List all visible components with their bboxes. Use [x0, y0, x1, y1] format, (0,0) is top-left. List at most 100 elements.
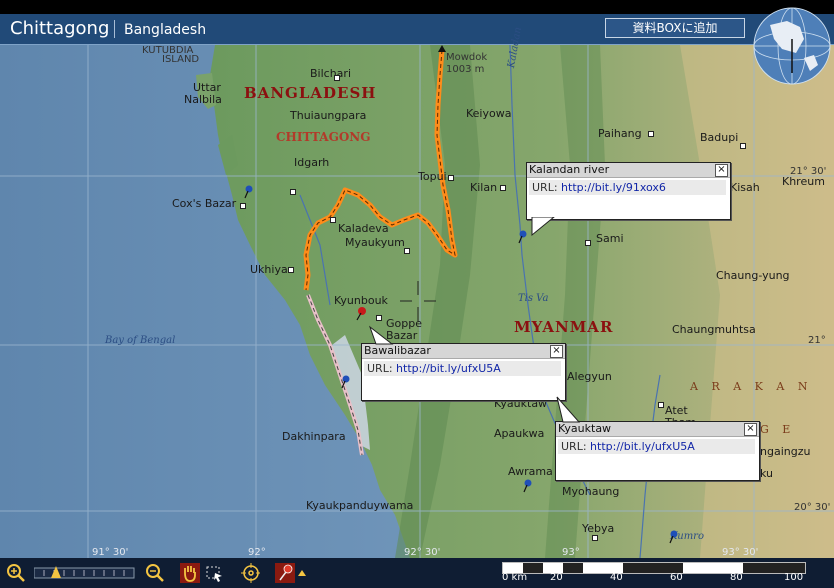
country-label-myanmar: MYANMAR — [514, 318, 614, 336]
place-label: 1003 m — [446, 64, 485, 75]
river-label-tisva: Tis Va — [518, 293, 549, 304]
place-label: Yebya — [582, 522, 615, 535]
url-label: URL: — [561, 440, 587, 453]
place-label: Kilan — [470, 181, 498, 194]
url-label: URL: — [367, 362, 393, 375]
popup-url-link[interactable]: http://bit.ly/ufxU5A — [396, 362, 501, 375]
place-label: Kaladeva — [338, 222, 389, 235]
map-pin-icon[interactable] — [522, 479, 532, 493]
longitude-label: 92° — [248, 547, 266, 558]
info-popup-kyauktaw[interactable]: Kyauktaw × URL: http://bit.ly/ufxU5A — [555, 421, 760, 481]
top-black-strip — [0, 0, 834, 14]
url-label: URL: — [532, 181, 558, 194]
scale-label: 40 — [610, 572, 623, 583]
place-label: Kyaukpanduywama — [306, 499, 414, 512]
popup-pointer — [556, 396, 581, 423]
globe-icon — [753, 7, 831, 85]
map-pin-icon[interactable] — [517, 230, 527, 244]
longitude-label: 93° 30' — [722, 547, 759, 558]
popup-url-link[interactable]: http://bit.ly/ufxU5A — [590, 440, 695, 453]
place-label: Sami — [596, 232, 624, 245]
place-dot — [740, 143, 746, 149]
popup-title: Kyauktaw — [558, 422, 612, 435]
longitude-label: 91° 30' — [92, 547, 129, 558]
popup-pointer — [368, 325, 394, 345]
info-popup-bawalibazar[interactable]: Bawalibazar × URL: http://bit.ly/ufxU5A — [361, 343, 566, 401]
info-popup-kalandan[interactable]: Kalandan river × URL: http://bit.ly/91xox… — [526, 162, 731, 220]
header-bar: Chittagong Bangladesh 資料BOXに追加 — [0, 14, 834, 45]
scale-label: 100 — [784, 572, 804, 583]
pin-tool-icon[interactable] — [275, 563, 295, 583]
scale-label: 20 — [550, 572, 563, 583]
popup-title: Bawalibazar — [364, 344, 431, 357]
title-divider — [114, 20, 115, 38]
zoom-in-icon[interactable] — [6, 563, 26, 583]
place-label: Myohaung — [562, 485, 620, 498]
place-label: ku — [760, 467, 774, 480]
place-label: Chaung-yung — [716, 269, 790, 282]
add-to-box-button[interactable]: 資料BOXに追加 — [605, 18, 745, 38]
place-label: Thuiaungpara — [290, 109, 367, 122]
place-label: Idgarh — [294, 156, 330, 169]
place-label: Nalbila — [184, 93, 222, 106]
map-pin-icon[interactable] — [355, 307, 367, 321]
scale-label: 80 — [730, 572, 743, 583]
place-dot — [334, 75, 340, 81]
map-app: Chittagong Bangladesh 資料BOXに追加 BANGLADES… — [0, 0, 834, 588]
popup-title: Kalandan river — [529, 163, 610, 176]
map-pin-icon[interactable] — [340, 375, 350, 389]
map-canvas[interactable]: BANGLADESH CHITTAGONG MYANMAR A R A K A … — [0, 26, 834, 558]
place-label: Kisah — [730, 181, 760, 194]
place-label: Keiyowa — [466, 107, 512, 120]
place-dot — [448, 175, 454, 181]
place-dot — [288, 267, 294, 273]
close-icon[interactable]: × — [744, 423, 757, 436]
place-dot — [240, 203, 246, 209]
zoom-slider-icon[interactable] — [34, 566, 136, 580]
region-label-chittagong: CHITTAGONG — [276, 130, 371, 144]
select-box-icon[interactable] — [204, 563, 224, 583]
place-dot — [290, 189, 296, 195]
place-label: Myaukyum — [345, 236, 405, 249]
target-icon[interactable] — [240, 563, 260, 583]
place-dot — [648, 131, 654, 137]
water-label-bay-of-bengal: Bay of Bengal — [105, 335, 176, 346]
place-label: Mowdok — [446, 52, 488, 63]
place-label: ISLAND — [162, 54, 200, 65]
hand-pan-icon[interactable] — [180, 563, 200, 583]
place-label: Alegyun — [567, 370, 612, 383]
country-label-bangladesh: BANGLADESH — [244, 84, 377, 102]
page-subtitle: Bangladesh — [124, 22, 207, 38]
close-icon[interactable]: × — [550, 345, 563, 358]
scale-bar — [502, 562, 806, 574]
place-dot — [658, 402, 664, 408]
place-dot — [500, 185, 506, 191]
zoom-out-icon[interactable] — [145, 563, 165, 583]
place-label: Dakhinpara — [282, 430, 346, 443]
dropdown-arrow-icon[interactable] — [297, 563, 307, 583]
place-label: Awrama — [508, 465, 553, 478]
page-title: Chittagong — [10, 18, 110, 39]
close-icon[interactable]: × — [715, 164, 728, 177]
popup-pointer — [531, 217, 555, 237]
place-label: Cox's Bazar — [172, 197, 237, 210]
place-label: Paihang — [598, 127, 642, 140]
place-label: Apaukwa — [494, 427, 545, 440]
latitude-label: 21° — [808, 335, 826, 346]
map-pin-icon[interactable] — [668, 530, 678, 544]
crosshair-icon — [410, 293, 426, 309]
range-label-arakan-tail: G E — [760, 423, 796, 436]
longitude-label: 92° 30' — [404, 547, 441, 558]
place-label: Ukhiya — [250, 263, 288, 276]
place-dot — [404, 248, 410, 254]
place-dot — [376, 315, 382, 321]
latitude-label: 21° 30' — [790, 166, 827, 177]
map-pin-icon[interactable] — [243, 185, 253, 199]
place-label: Bilchari — [310, 67, 351, 80]
place-label: Chaungmuhtsa — [672, 323, 756, 336]
place-dot — [330, 217, 336, 223]
place-dot — [585, 240, 591, 246]
range-label-arakan: A R A K A N — [690, 380, 813, 393]
popup-url-link[interactable]: http://bit.ly/91xox6 — [561, 181, 666, 194]
scale-label: 0 km — [502, 572, 528, 583]
